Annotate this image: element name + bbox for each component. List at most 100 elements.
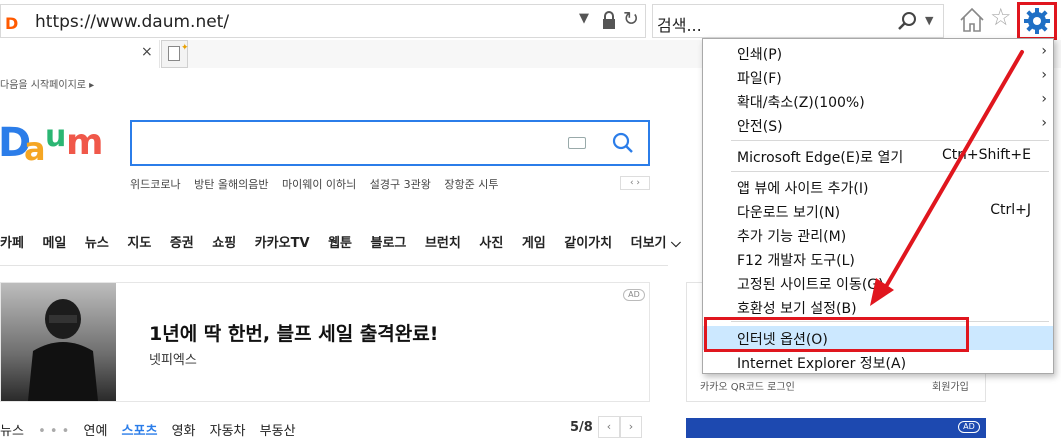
menu-item-devtools[interactable]: F12 개발자 도구(L) bbox=[703, 247, 1053, 271]
trend-item[interactable]: 마이웨이 이하늬 bbox=[282, 178, 356, 191]
nav-item-kakaotv[interactable]: 카카오TV bbox=[255, 232, 310, 251]
tools-button[interactable] bbox=[1017, 2, 1057, 40]
news-tab-news[interactable]: 뉴스 bbox=[0, 424, 24, 439]
ad-banner[interactable]: 1년에 딱 한번, 블프 세일 출격완료! 넷피엑스 AD bbox=[0, 282, 650, 402]
nav-item-news[interactable]: 뉴스 bbox=[85, 232, 109, 251]
refresh-icon[interactable]: ↻ bbox=[623, 8, 639, 30]
nav-item-photo[interactable]: 사진 bbox=[479, 232, 503, 251]
new-tab-icon: ✦ bbox=[168, 43, 189, 61]
nav-item-together[interactable]: 같이가치 bbox=[564, 232, 612, 251]
favorites-star-icon[interactable]: ☆ bbox=[990, 3, 1012, 31]
trend-item[interactable]: 장항준 시투 bbox=[444, 178, 498, 191]
menu-item-about-ie[interactable]: Internet Explorer 정보(A) bbox=[703, 350, 1053, 374]
menu-item-safety[interactable]: 안전(S) › bbox=[703, 113, 1053, 137]
submenu-arrow-icon: › bbox=[1041, 115, 1047, 131]
menu-item-label: 앱 뷰에 사이트 추가(I) bbox=[737, 181, 869, 197]
search-input[interactable]: 검색... bbox=[657, 12, 702, 36]
nav-item-game[interactable]: 게임 bbox=[522, 232, 546, 251]
nav-item-stock[interactable]: 증권 bbox=[170, 232, 194, 251]
menu-item-label: 추가 기능 관리(M) bbox=[737, 229, 847, 245]
qr-login-link[interactable]: 카카오 QR코드 로그인 bbox=[700, 378, 795, 393]
svg-text:m: m bbox=[66, 122, 104, 163]
home-icon[interactable] bbox=[958, 6, 986, 34]
signup-link[interactable]: 회원가입 bbox=[932, 378, 969, 393]
lock-icon[interactable] bbox=[601, 10, 617, 30]
address-url[interactable]: https://www.daum.net/ bbox=[35, 12, 229, 32]
news-tab-car[interactable]: 자동차 bbox=[210, 424, 246, 439]
trend-item[interactable]: 위드코로나 bbox=[130, 178, 181, 191]
banner-image[interactable] bbox=[1, 283, 116, 401]
browser-tab[interactable]: × bbox=[0, 40, 160, 68]
nav-item-mail[interactable]: 메일 bbox=[42, 232, 66, 251]
search-icon[interactable] bbox=[897, 11, 917, 31]
sparkle-icon: ✦ bbox=[181, 43, 189, 53]
menu-item-label: F12 개발자 도구(L) bbox=[737, 253, 855, 269]
menu-item-label: 안전(S) bbox=[737, 119, 783, 135]
internet-options-highlight-box bbox=[704, 317, 969, 352]
menu-item-label: Microsoft Edge(E)로 열기 bbox=[737, 150, 904, 166]
news-tab-sports[interactable]: 스포츠 bbox=[122, 424, 158, 439]
service-nav: 카페 메일 뉴스 지도 증권 쇼핑 카카오TV 웹툰 블로그 브런치 사진 게임… bbox=[0, 232, 695, 251]
trending-keywords: 위드코로나 방탄 올해의음반 마이웨이 이하늬 설경구 3관왕 장항준 시투 bbox=[130, 176, 509, 192]
search-dropdown-icon[interactable]: ▼ bbox=[925, 14, 933, 27]
new-tab-button[interactable]: ✦ bbox=[161, 40, 189, 68]
menu-item-label: 확대/축소(Z)(100%) bbox=[737, 95, 865, 111]
menu-item-compat-view[interactable]: 호환성 보기 설정(B) bbox=[703, 295, 1053, 319]
nav-item-webtoon[interactable]: 웹툰 bbox=[328, 232, 352, 251]
menu-item-print[interactable]: 인쇄(P) › bbox=[703, 41, 1053, 65]
menu-separator bbox=[731, 140, 1049, 141]
nav-item-more[interactable]: 더보기 ⌵ bbox=[631, 232, 681, 251]
tab-close-icon[interactable]: × bbox=[141, 44, 153, 60]
submenu-arrow-icon: › bbox=[1041, 67, 1047, 83]
menu-item-downloads[interactable]: 다운로드 보기(N) Ctrl+J bbox=[703, 199, 1053, 223]
menu-item-file[interactable]: 파일(F) › bbox=[703, 65, 1053, 89]
side-ad-badge: AD bbox=[958, 421, 980, 433]
svg-text:a: a bbox=[24, 130, 46, 166]
menu-item-label: 고정된 사이트로 이동(G) bbox=[737, 277, 884, 293]
news-next-button[interactable]: › bbox=[620, 416, 642, 438]
menu-item-open-edge[interactable]: Microsoft Edge(E)로 열기 Ctrl+Shift+E bbox=[703, 144, 1053, 168]
ad-badge: AD bbox=[623, 289, 645, 301]
address-bar[interactable]: D https://www.daum.net/ ▼ ↻ bbox=[0, 4, 646, 38]
submenu-arrow-icon: › bbox=[1041, 43, 1047, 59]
trend-item[interactable]: 방탄 올해의음반 bbox=[194, 178, 268, 191]
news-tabs: 뉴스 • • • 연예 스포츠 영화 자동차 부동산 bbox=[0, 420, 306, 439]
set-start-page-link[interactable]: 다음을 시작페이지로 ▸ bbox=[0, 76, 94, 91]
menu-item-add-app-view[interactable]: 앱 뷰에 사이트 추가(I) bbox=[703, 175, 1053, 199]
news-dots: • • • bbox=[38, 424, 70, 439]
nav-item-brunch[interactable]: 브런치 bbox=[425, 232, 461, 251]
daum-favicon-icon: D bbox=[5, 14, 19, 33]
menu-item-manage-addons[interactable]: 추가 기능 관리(M) bbox=[703, 223, 1053, 247]
nav-item-blog[interactable]: 블로그 bbox=[371, 232, 407, 251]
address-dropdown-icon[interactable]: ▼ bbox=[579, 11, 589, 26]
search-box[interactable]: 검색... ▼ bbox=[652, 4, 944, 38]
menu-item-label: 파일(F) bbox=[737, 71, 782, 87]
side-ad-banner[interactable] bbox=[686, 418, 986, 438]
menu-item-label: 호환성 보기 설정(B) bbox=[737, 301, 857, 317]
soldier-image bbox=[28, 299, 98, 401]
menu-item-label: 인쇄(P) bbox=[737, 47, 783, 63]
nav-item-cafe[interactable]: 카페 bbox=[0, 232, 24, 251]
nav-item-shopping[interactable]: 쇼핑 bbox=[212, 232, 236, 251]
nav-item-map[interactable]: 지도 bbox=[127, 232, 151, 251]
daum-logo[interactable]: D a u m bbox=[0, 116, 118, 166]
keyboard-icon[interactable] bbox=[568, 137, 586, 149]
news-tab-movie[interactable]: 영화 bbox=[172, 424, 196, 439]
menu-item-zoom[interactable]: 확대/축소(Z)(100%) › bbox=[703, 89, 1053, 113]
menu-item-shortcut: Ctrl+Shift+E bbox=[941, 147, 1031, 163]
banner-title[interactable]: 1년에 딱 한번, 블프 세일 출격완료! bbox=[149, 319, 438, 346]
news-prev-button[interactable]: ‹ bbox=[598, 416, 620, 438]
menu-item-shortcut: Ctrl+J bbox=[990, 202, 1031, 218]
trend-item[interactable]: 설경구 3관왕 bbox=[370, 178, 431, 191]
menu-item-pinned-sites[interactable]: 고정된 사이트로 이동(G) bbox=[703, 271, 1053, 295]
trend-nav-buttons[interactable]: ‹ › bbox=[620, 176, 650, 190]
gear-icon[interactable] bbox=[1023, 7, 1051, 35]
menu-item-label: Internet Explorer 정보(A) bbox=[737, 356, 907, 372]
submenu-arrow-icon: › bbox=[1041, 91, 1047, 107]
banner-advertiser[interactable]: 넷피엑스 bbox=[149, 349, 197, 368]
daum-search-box[interactable] bbox=[130, 120, 650, 166]
svg-text:u: u bbox=[45, 119, 66, 154]
daum-search-icon[interactable] bbox=[612, 132, 634, 154]
news-tab-realestate[interactable]: 부동산 bbox=[260, 424, 296, 439]
news-tab-entertainment[interactable]: 연예 bbox=[83, 424, 107, 439]
